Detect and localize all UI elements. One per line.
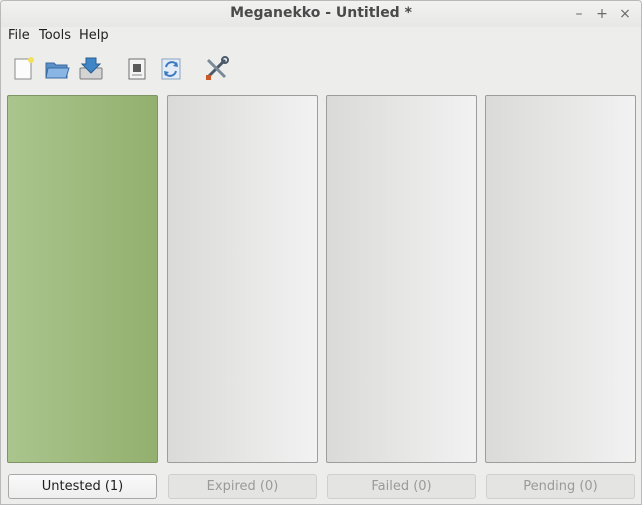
refresh-button[interactable] <box>157 54 185 82</box>
document-icon <box>128 58 146 80</box>
window-title: Meganekko - Untitled * <box>230 5 412 21</box>
app-window: Meganekko - Untitled * – + × File Tools … <box>0 0 642 505</box>
close-button[interactable]: × <box>615 4 635 24</box>
expired-button[interactable]: Expired (0) <box>168 474 317 499</box>
failed-button[interactable]: Failed (0) <box>327 474 476 499</box>
open-folder-icon <box>45 62 70 79</box>
new-file-button[interactable] <box>10 54 38 82</box>
minimize-button[interactable]: – <box>569 4 589 24</box>
panel-untested[interactable] <box>7 95 158 463</box>
document-button[interactable] <box>123 54 151 82</box>
panel-pending[interactable] <box>485 95 636 463</box>
refresh-icon <box>161 58 181 80</box>
untested-button[interactable]: Untested (1) <box>8 474 157 499</box>
import-icon <box>79 57 103 80</box>
panel-expired[interactable] <box>167 95 318 463</box>
title-bar[interactable]: Meganekko - Untitled * – + × <box>1 1 641 27</box>
maximize-button[interactable]: + <box>592 4 612 24</box>
menu-help[interactable]: Help <box>79 28 109 43</box>
toolbar <box>1 51 641 85</box>
menu-tools[interactable]: Tools <box>39 28 71 43</box>
menu-file[interactable]: File <box>8 28 30 43</box>
settings-tools-icon <box>206 56 229 80</box>
import-button[interactable] <box>77 54 105 82</box>
menu-bar: File Tools Help <box>1 27 641 47</box>
settings-button[interactable] <box>203 54 231 82</box>
new-file-icon <box>14 57 34 80</box>
panel-failed[interactable] <box>326 95 477 463</box>
open-button[interactable] <box>43 54 71 82</box>
pending-button[interactable]: Pending (0) <box>486 474 635 499</box>
